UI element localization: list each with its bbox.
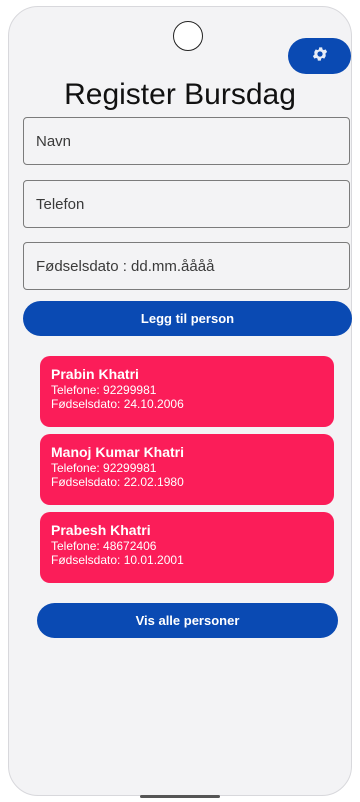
birthdate-input[interactable]: [23, 242, 350, 290]
person-name: Manoj Kumar Khatri: [51, 444, 185, 460]
person-phone: Telefone: 92299981: [51, 461, 157, 475]
page-title: Register Bursdag: [64, 78, 296, 111]
phone-input[interactable]: [23, 180, 350, 228]
person-birthdate: Fødselsdato: 22.02.1980: [51, 475, 184, 489]
person-birthdate: Fødselsdato: 10.01.2001: [51, 553, 184, 567]
person-name: Prabesh Khatri: [51, 522, 151, 538]
person-name: Prabin Khatri: [51, 366, 139, 382]
person-phone: Telefone: 48672406: [51, 539, 157, 553]
person-birthdate: Fødselsdato: 24.10.2006: [51, 397, 184, 411]
person-list: Prabin Khatri Telefone: 92299981 Fødsels…: [40, 356, 334, 590]
camera-cutout: [173, 21, 203, 51]
add-person-button[interactable]: Legg til person: [23, 301, 352, 336]
person-phone: Telefone: 92299981: [51, 383, 157, 397]
person-card[interactable]: Manoj Kumar Khatri Telefone: 92299981 Fø…: [40, 434, 334, 505]
gear-icon: [311, 45, 329, 68]
settings-button[interactable]: [288, 38, 351, 74]
person-card[interactable]: Prabesh Khatri Telefone: 48672406 Fødsel…: [40, 512, 334, 583]
show-all-button[interactable]: Vis alle personer: [37, 603, 338, 638]
home-indicator[interactable]: [140, 795, 220, 798]
person-card[interactable]: Prabin Khatri Telefone: 92299981 Fødsels…: [40, 356, 334, 427]
name-input[interactable]: [23, 117, 350, 165]
